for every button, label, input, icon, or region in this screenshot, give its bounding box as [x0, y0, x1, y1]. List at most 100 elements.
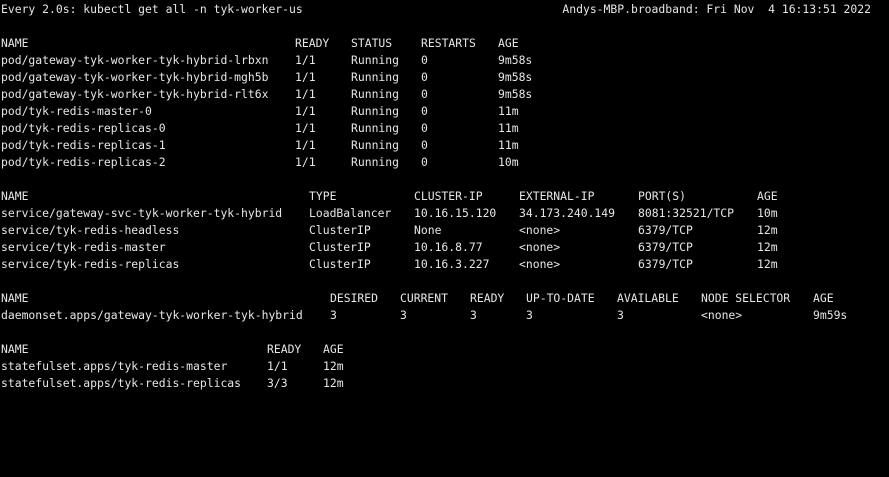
column-header: NAME	[1, 291, 29, 305]
cell-status: Running	[351, 87, 400, 101]
column-header: AGE	[757, 189, 778, 203]
table-row: pod/gateway-tyk-worker-tyk-hybrid-rlt6x …	[0, 86, 889, 103]
cell-node-selector: <none>	[701, 308, 743, 322]
cell-age: 12m	[757, 223, 778, 237]
pods-table: NAME READY STATUS RESTARTS AGE pod/gatew…	[0, 35, 889, 171]
cell-cluster-ip: 10.16.15.120	[414, 206, 497, 220]
table-row: pod/tyk-redis-replicas-1 1/1 Running 0 1…	[0, 137, 889, 154]
column-header: AGE	[813, 291, 834, 305]
cell-restarts: 0	[421, 70, 428, 84]
table-row: pod/tyk-redis-replicas-2 1/1 Running 0 1…	[0, 154, 889, 171]
cell-ports: 6379/TCP	[638, 223, 693, 237]
cell-type: ClusterIP	[309, 223, 371, 237]
cell-age: 12m	[323, 376, 344, 390]
cell-ready: 1/1	[267, 359, 288, 373]
cell-name: service/tyk-redis-replicas	[1, 257, 180, 271]
cell-ready: 3	[470, 308, 477, 322]
cell-status: Running	[351, 121, 400, 135]
cell-age: 11m	[498, 138, 519, 152]
cell-external-ip: <none>	[519, 240, 561, 254]
cell-name: daemonset.apps/gateway-tyk-worker-tyk-hy…	[1, 308, 303, 322]
column-header: CURRENT	[400, 291, 449, 305]
cell-ready: 1/1	[295, 155, 316, 169]
table-row: statefulset.apps/tyk-redis-replicas 3/3 …	[0, 375, 889, 392]
statefulsets-table: NAME READY AGE statefulset.apps/tyk-redi…	[0, 341, 889, 392]
cell-age: 9m59s	[813, 308, 848, 322]
watch-host-time: Andys-MBP.broadband: Fri Nov 4 16:13:51 …	[562, 2, 871, 16]
cell-ready: 1/1	[295, 53, 316, 67]
cell-external-ip: <none>	[519, 223, 561, 237]
cell-ready: 1/1	[295, 87, 316, 101]
cell-desired: 3	[330, 308, 337, 322]
cell-type: LoadBalancer	[309, 206, 392, 220]
column-header: RESTARTS	[421, 36, 476, 50]
cell-status: Running	[351, 138, 400, 152]
terminal-window[interactable]: Every 2.0s: kubectl get all -n tyk-worke…	[0, 1, 889, 445]
table-header: NAME DESIRED CURRENT READY UP-TO-DATE AV…	[0, 290, 889, 307]
table-row: service/tyk-redis-master ClusterIP 10.16…	[0, 239, 889, 256]
cell-age: 12m	[757, 240, 778, 254]
table-row: service/gateway-svc-tyk-worker-tyk-hybri…	[0, 205, 889, 222]
table-row: pod/tyk-redis-master-0 1/1 Running 0 11m	[0, 103, 889, 120]
cell-external-ip: 34.173.240.149	[519, 206, 616, 220]
cell-name: service/tyk-redis-master	[1, 240, 166, 254]
column-header: CLUSTER-IP	[414, 189, 483, 203]
table-header: NAME READY STATUS RESTARTS AGE	[0, 35, 889, 52]
table-row: pod/tyk-redis-replicas-0 1/1 Running 0 1…	[0, 120, 889, 137]
cell-status: Running	[351, 70, 400, 84]
column-header: STATUS	[351, 36, 393, 50]
cell-age: 11m	[498, 121, 519, 135]
cell-name: pod/tyk-redis-master-0	[1, 104, 152, 118]
table-row: pod/gateway-tyk-worker-tyk-hybrid-mgh5b …	[0, 69, 889, 86]
cell-age: 9m58s	[498, 53, 533, 67]
column-header: AVAILABLE	[617, 291, 679, 305]
column-header: NAME	[1, 36, 29, 50]
cell-ports: 8081:32521/TCP	[638, 206, 735, 220]
table-header: NAME READY AGE	[0, 341, 889, 358]
cell-ready: 1/1	[295, 104, 316, 118]
column-header: AGE	[498, 36, 519, 50]
watch-header: Every 2.0s: kubectl get all -n tyk-worke…	[0, 1, 889, 18]
cell-name: service/tyk-redis-headless	[1, 223, 180, 237]
column-header: UP-TO-DATE	[526, 291, 595, 305]
cell-ready: 1/1	[295, 121, 316, 135]
cell-cluster-ip: 10.16.3.227	[414, 257, 490, 271]
cell-type: ClusterIP	[309, 257, 371, 271]
column-header: NAME	[1, 342, 29, 356]
cell-ready: 1/1	[295, 138, 316, 152]
column-header: AGE	[323, 342, 344, 356]
cell-age: 9m58s	[498, 70, 533, 84]
cell-current: 3	[400, 308, 407, 322]
cell-ports: 6379/TCP	[638, 257, 693, 271]
cell-available: 3	[617, 308, 624, 322]
daemonsets-table: NAME DESIRED CURRENT READY UP-TO-DATE AV…	[0, 290, 889, 324]
cell-age: 10m	[498, 155, 519, 169]
cell-name: pod/tyk-redis-replicas-1	[1, 138, 166, 152]
table-row: statefulset.apps/tyk-redis-master 1/1 12…	[0, 358, 889, 375]
cell-age: 9m58s	[498, 87, 533, 101]
cell-restarts: 0	[421, 104, 428, 118]
cell-age: 12m	[757, 257, 778, 271]
column-header: TYPE	[309, 189, 337, 203]
watch-command: Every 2.0s: kubectl get all -n tyk-worke…	[1, 2, 303, 16]
table-header: NAME TYPE CLUSTER-IP EXTERNAL-IP PORT(S)…	[0, 188, 889, 205]
cell-type: ClusterIP	[309, 240, 371, 254]
cell-name: pod/gateway-tyk-worker-tyk-hybrid-mgh5b	[1, 70, 269, 84]
column-header: DESIRED	[330, 291, 379, 305]
cell-restarts: 0	[421, 155, 428, 169]
cell-age: 11m	[498, 104, 519, 118]
cell-ready: 3/3	[267, 376, 288, 390]
column-header: READY	[470, 291, 505, 305]
cell-restarts: 0	[421, 53, 428, 67]
column-header: NODE SELECTOR	[701, 291, 791, 305]
cell-external-ip: <none>	[519, 257, 561, 271]
services-table: NAME TYPE CLUSTER-IP EXTERNAL-IP PORT(S)…	[0, 188, 889, 273]
column-header: READY	[295, 36, 330, 50]
cell-name: pod/tyk-redis-replicas-0	[1, 121, 166, 135]
cell-name: pod/gateway-tyk-worker-tyk-hybrid-lrbxn	[1, 53, 269, 67]
cell-restarts: 0	[421, 138, 428, 152]
cell-restarts: 0	[421, 121, 428, 135]
